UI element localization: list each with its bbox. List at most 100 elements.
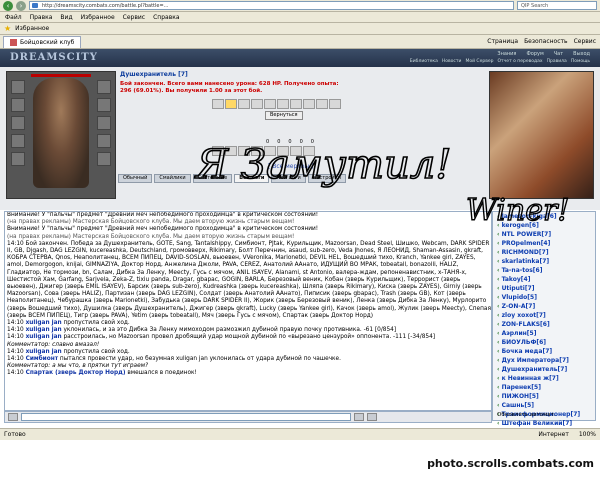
skill-icon[interactable] — [290, 146, 302, 156]
action-cell[interactable] — [329, 99, 341, 109]
send-button[interactable] — [354, 413, 364, 421]
favorites-button[interactable]: Избранное — [15, 25, 49, 32]
sub-transfers[interactable]: Отчет о переводах — [497, 59, 542, 64]
player-row[interactable]: ‹ ZON-FLAKS[6] — [493, 320, 595, 329]
equip-slot[interactable] — [11, 80, 25, 94]
player-row[interactable]: ‹ Сашнь[5] — [493, 401, 595, 410]
tools-menu[interactable]: Сервис — [574, 38, 596, 45]
chat-actor[interactable]: xuligan jan — [26, 327, 62, 333]
player-row[interactable]: ‹ kerogen[6] — [493, 221, 595, 230]
star-icon[interactable]: ★ — [4, 24, 11, 33]
equip-slot[interactable] — [97, 134, 111, 148]
player-name[interactable]: ПИЖОН[5] — [502, 393, 539, 400]
chat-actor[interactable]: xuligan jan — [26, 320, 62, 326]
menu-chat[interactable]: Чат — [554, 51, 563, 57]
player-row[interactable]: ‹ Бочка меда[7] — [493, 347, 595, 356]
auto-update-toggle[interactable]: Обновлять автомат. — [497, 412, 556, 418]
player-name[interactable]: kerogen[6] — [502, 222, 539, 229]
tab-normal[interactable]: Обычный — [118, 174, 153, 183]
player-row[interactable]: ‹ Дух Императора[7] — [493, 356, 595, 365]
player-name[interactable]: Аэрлин[5] — [502, 330, 537, 337]
player-row[interactable]: ‹ Vlupido[5] — [493, 293, 595, 302]
player-name[interactable]: Паренек[5] — [502, 384, 541, 391]
skill-icon[interactable] — [238, 146, 250, 156]
menu-tools[interactable]: Сервис — [123, 14, 145, 21]
player-name[interactable]: ZON-FLAKS[6] — [502, 321, 550, 328]
skill-icon[interactable] — [277, 146, 289, 156]
action-cell[interactable] — [251, 99, 263, 109]
action-cell[interactable] — [212, 99, 224, 109]
menu-forum[interactable]: Форум — [526, 51, 543, 57]
chat-actor[interactable]: xuligan jan — [26, 334, 62, 340]
player-row[interactable]: ‹ Штефан Великий[7] — [493, 419, 595, 428]
skill-icon[interactable] — [264, 146, 276, 156]
player-row[interactable]: ‹ Аэрлин[5] — [493, 329, 595, 338]
skill-icon[interactable] — [251, 146, 263, 156]
equip-slot[interactable] — [97, 98, 111, 112]
player-row[interactable]: ‹ Z-ON-A[7] — [493, 302, 595, 311]
player-row[interactable]: ‹ БИОУЛЬФ[6] — [493, 338, 595, 347]
player-row[interactable]: ‹ NTL POWER[7] — [493, 230, 595, 239]
menu-file[interactable]: Файл — [5, 14, 22, 21]
player-name[interactable]: Ta-na-tos[6] — [502, 267, 543, 274]
chat-actor[interactable]: Спартак (зверь Доктор Норд) — [26, 370, 126, 376]
action-cell[interactable] — [264, 99, 276, 109]
action-cell[interactable] — [316, 99, 328, 109]
player-name[interactable]: Utiputi[7] — [502, 285, 535, 292]
menu-knowledge[interactable]: Знания — [497, 51, 516, 57]
player-row[interactable]: ‹ Jameson-kiga[6] — [493, 212, 595, 221]
player-row[interactable]: ‹ Takoy[4] — [493, 275, 595, 284]
player-name[interactable]: Vlupido[5] — [502, 294, 537, 301]
forward-icon[interactable]: › — [16, 0, 26, 11]
tab-system[interactable]: Системные — [192, 174, 233, 183]
equip-slot[interactable] — [11, 116, 25, 130]
equip-slot[interactable] — [97, 152, 111, 166]
player-row[interactable]: ‹ Ta-na-tos[6] — [493, 266, 595, 275]
chat-log[interactable]: Внимание! У "пальчы" предмет "Древний ме… — [4, 211, 492, 411]
sub-server[interactable]: Мой Сервер — [465, 59, 493, 64]
player-name[interactable]: БИОУЛЬФ[6] — [502, 339, 547, 346]
tab-smiles[interactable]: Смайлики — [154, 174, 191, 183]
menu-edit[interactable]: Правка — [30, 14, 53, 21]
chat-actor[interactable]: Симбионт — [26, 356, 59, 362]
player-name[interactable]: skarlatinka[7] — [502, 258, 550, 265]
back-icon[interactable]: ‹ — [3, 0, 13, 11]
player-row[interactable]: ‹ к Невинная ж[7] — [493, 374, 595, 383]
page-menu[interactable]: Страница — [487, 38, 518, 45]
player-row[interactable]: ‹ Паренек[5] — [493, 383, 595, 392]
player-name[interactable]: Сашнь[5] — [502, 402, 534, 409]
equip-slot[interactable] — [97, 80, 111, 94]
sub-rules[interactable]: Правила — [547, 59, 567, 64]
tab-my-logs[interactable]: Мои логи — [271, 174, 306, 183]
player-name[interactable]: к Невинная ж[7] — [502, 375, 559, 382]
zoom-level[interactable]: 100% — [579, 431, 596, 438]
player-row[interactable]: ‹ Utiputi[7] — [493, 284, 595, 293]
player-name[interactable]: RICHMOND[7] — [502, 249, 549, 256]
player-row[interactable]: ‹ ПИЖОН[5] — [493, 392, 595, 401]
player-name[interactable]: Штефан Великий[7] — [502, 420, 573, 427]
player-name[interactable]: Takoy[4] — [502, 276, 531, 283]
menu-view[interactable]: Вид — [60, 14, 72, 21]
tab-settings[interactable]: Настройки — [307, 174, 346, 183]
sub-library[interactable]: Библиотека — [410, 59, 438, 64]
equip-slot[interactable] — [11, 134, 25, 148]
skill-icon[interactable] — [303, 146, 315, 156]
chat-actor[interactable]: xuligan jan — [26, 349, 62, 355]
clear-button[interactable] — [367, 413, 377, 421]
smile-button[interactable] — [8, 413, 18, 421]
player-row[interactable]: ‹ Душехранитель[7] — [493, 365, 595, 374]
player-name[interactable]: Душехранитель[7] — [502, 366, 568, 373]
menu-exit[interactable]: Выход — [573, 51, 590, 57]
player-row[interactable]: ‹ zloy xoxot[7] — [493, 311, 595, 320]
browser-tab[interactable]: Бойцовский клуб — [3, 35, 82, 48]
chat-input[interactable] — [21, 413, 351, 421]
player-row[interactable]: ‹ RICHMOND[7] — [493, 248, 595, 257]
action-cell[interactable] — [238, 99, 250, 109]
sub-help[interactable]: Помощь — [571, 59, 590, 64]
equip-slot[interactable] — [97, 116, 111, 130]
menu-help[interactable]: Справка — [153, 14, 179, 21]
action-cell[interactable] — [277, 99, 289, 109]
url-input[interactable]: http://dreamscity.combats.com/battle.pl?… — [29, 1, 514, 10]
menu-favorites[interactable]: Избранное — [81, 14, 115, 21]
skill-icon[interactable] — [212, 146, 224, 156]
